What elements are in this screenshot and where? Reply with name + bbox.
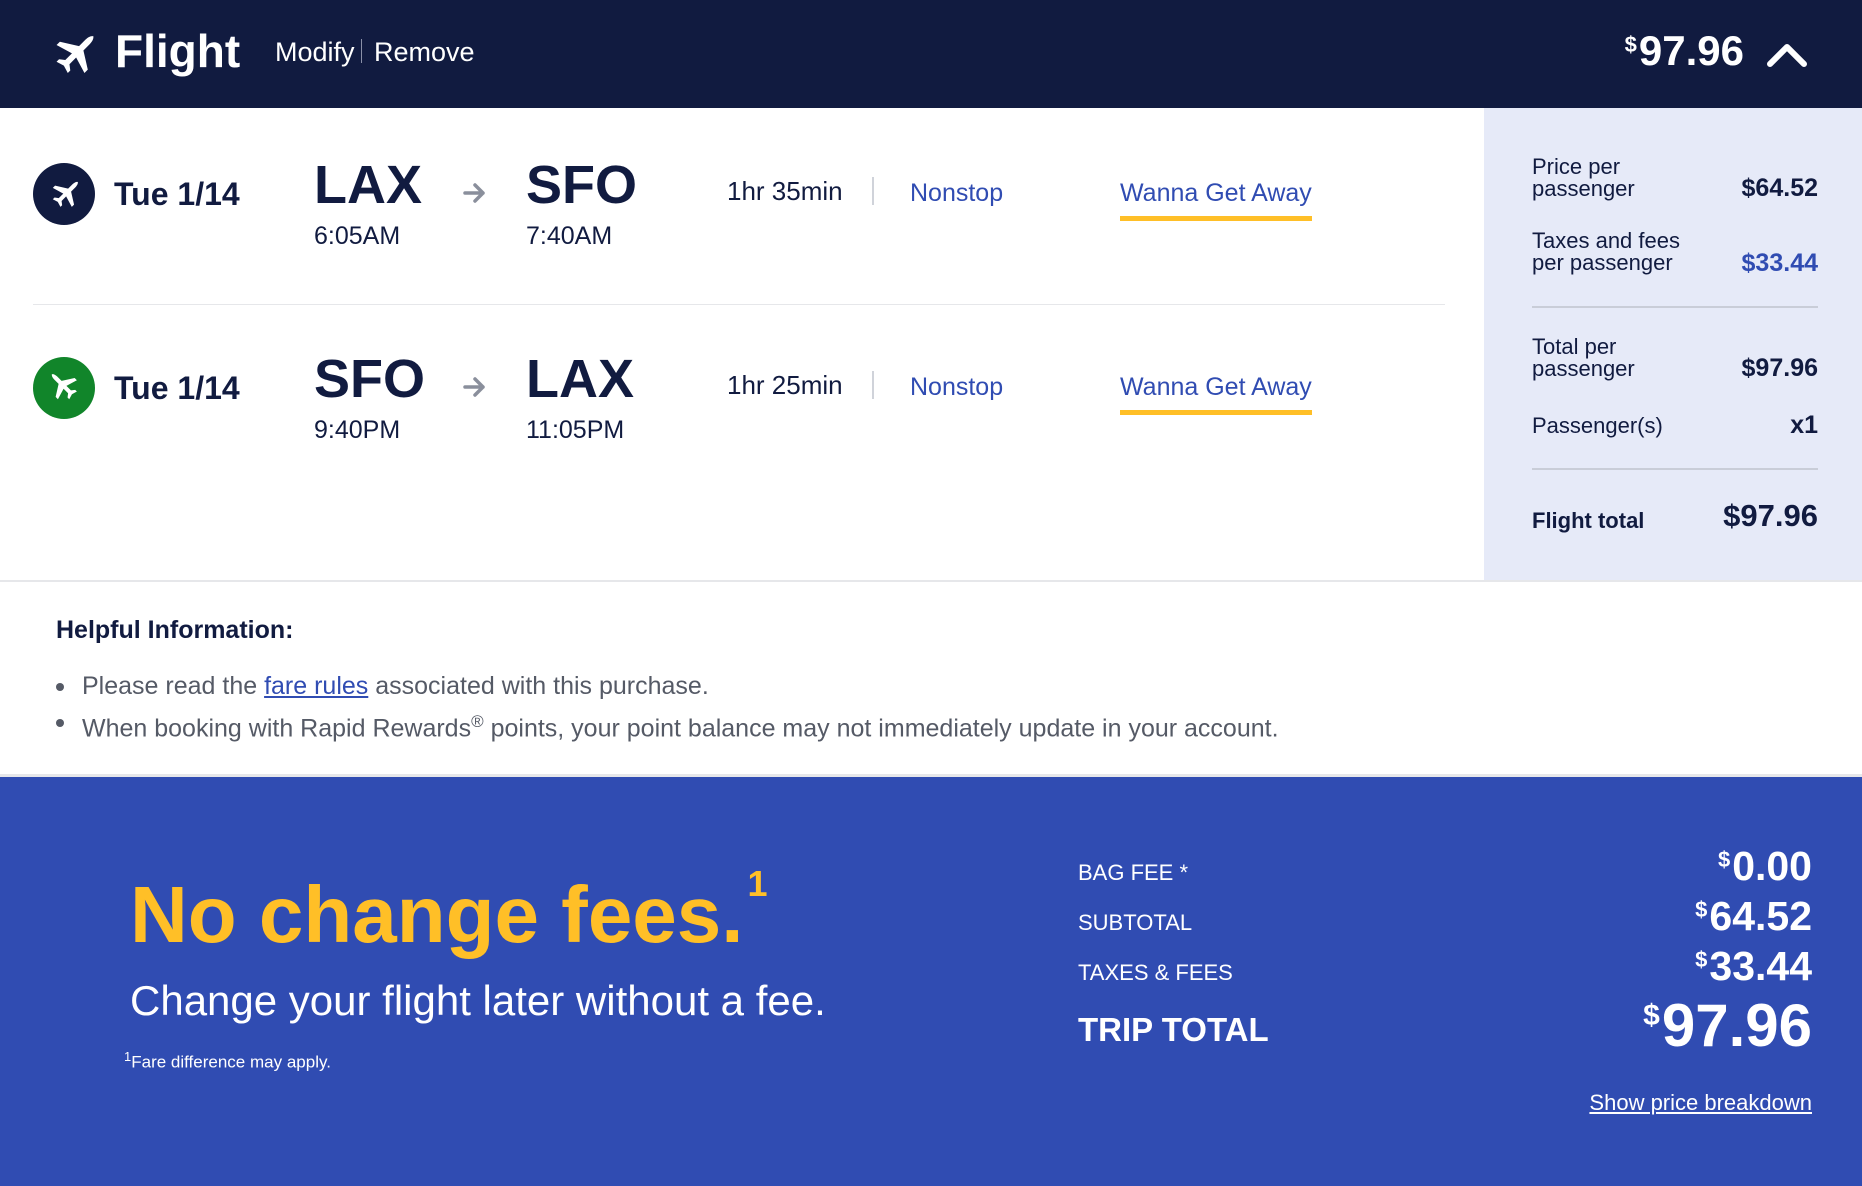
origin-airport: LAX bbox=[314, 155, 422, 215]
flight-total-label: Flight total bbox=[1532, 508, 1645, 533]
fare-type-link[interactable]: Wanna Get Away bbox=[1120, 179, 1312, 221]
arrival-time: 7:40AM bbox=[526, 222, 613, 250]
arrow-right-icon bbox=[463, 377, 485, 397]
currency-symbol: $ bbox=[1695, 947, 1708, 972]
currency-symbol: $ bbox=[1643, 999, 1660, 1032]
link-divider bbox=[361, 39, 362, 63]
flight-segment-outbound: Tue 1/14 LAX 6:05AM SFO 7:40AM 1hr 35min… bbox=[0, 110, 1484, 270]
panel-divider bbox=[1532, 468, 1818, 470]
list-item-text: When booking with Rapid Rewards bbox=[82, 714, 472, 743]
promo-subhead: Change your flight later without a fee. bbox=[130, 977, 826, 1024]
helpful-info-list: Please read the fare rules associated wi… bbox=[56, 668, 1279, 746]
fare-rules-link[interactable]: fare rules bbox=[264, 672, 368, 700]
trip-total-amount: 97.96 bbox=[1661, 992, 1812, 1059]
plane-icon bbox=[56, 35, 94, 73]
list-item: Please read the fare rules associated wi… bbox=[56, 668, 1279, 704]
divider bbox=[872, 177, 874, 205]
subtotal-value: $64.52 bbox=[1695, 893, 1812, 940]
flight-duration: 1hr 35min bbox=[727, 176, 843, 206]
passengers-label: Passenger(s) bbox=[1532, 413, 1663, 438]
origin-airport: SFO bbox=[314, 349, 426, 409]
promo-headline-text: No change fees. bbox=[130, 870, 744, 959]
bag-fee-amount: 0.00 bbox=[1732, 843, 1812, 889]
trip-total-label: TRIP TOTAL bbox=[1078, 1011, 1269, 1048]
taxes-fees-value: $33.44 bbox=[1695, 943, 1812, 990]
show-price-breakdown-link[interactable]: Show price breakdown bbox=[1589, 1090, 1812, 1116]
flight-badge bbox=[33, 163, 95, 225]
fare-type-link[interactable]: Wanna Get Away bbox=[1120, 373, 1312, 415]
flight-header: Flight Modify Remove $ 97.96 bbox=[0, 0, 1862, 108]
taxes-per-passenger-value: $33.44 bbox=[1741, 249, 1818, 277]
flight-total-value: $97.96 bbox=[1723, 498, 1818, 533]
taxes-per-passenger-label: Taxes and fees per passenger bbox=[1532, 228, 1680, 275]
flight-duration: 1hr 25min bbox=[727, 370, 843, 400]
subtotal-amount: 64.52 bbox=[1709, 893, 1812, 939]
list-item: When booking with Rapid Rewards® points,… bbox=[56, 704, 1279, 746]
bag-fee-label: BAG FEE * bbox=[1078, 860, 1189, 885]
bag-fee-value: $0.00 bbox=[1718, 843, 1812, 890]
subtotal-label: SUBTOTAL bbox=[1078, 910, 1193, 935]
trip-total-value: $97.96 bbox=[1643, 991, 1812, 1060]
panel-divider bbox=[1532, 306, 1818, 308]
header-total-price: $ 97.96 bbox=[1625, 27, 1744, 75]
passengers-count: x1 bbox=[1790, 411, 1818, 439]
destination-airport: SFO bbox=[526, 155, 638, 215]
arrow-right-icon bbox=[463, 183, 485, 203]
divider bbox=[872, 371, 874, 399]
taxes-fees-amount: 33.44 bbox=[1709, 943, 1812, 989]
currency-symbol: $ bbox=[1695, 897, 1708, 922]
departure-time: 9:40PM bbox=[314, 416, 401, 444]
flight-date: Tue 1/14 bbox=[114, 370, 240, 406]
footnote-text: Fare difference may apply. bbox=[131, 1052, 331, 1072]
currency-symbol: $ bbox=[1624, 32, 1637, 57]
list-item-text: associated with this purchase. bbox=[375, 672, 709, 700]
stops-link[interactable]: Nonstop bbox=[910, 179, 1003, 208]
arrival-time: 11:05PM bbox=[526, 416, 625, 444]
footnote-mark: 1 bbox=[747, 863, 768, 904]
flight-badge bbox=[33, 357, 95, 419]
price-per-passenger-label: Price per passenger bbox=[1532, 154, 1635, 201]
flight-segment-return: Tue 1/14 SFO 9:40PM LAX 11:05PM 1hr 25mi… bbox=[0, 304, 1484, 464]
list-item-text: points, your point balance may not immed… bbox=[490, 714, 1279, 743]
promo-headline: No change fees. 1 bbox=[130, 863, 768, 961]
promo-footnote: 1Fare difference may apply. bbox=[124, 1049, 331, 1073]
registered-mark: ® bbox=[471, 712, 484, 731]
flight-date: Tue 1/14 bbox=[114, 176, 240, 212]
modify-link[interactable]: Modify bbox=[275, 37, 355, 68]
price-summary-panel: Price per passenger $64.52 Taxes and fee… bbox=[1484, 108, 1862, 580]
taxes-fees-label: TAXES & FEES bbox=[1078, 960, 1233, 985]
stops-link[interactable]: Nonstop bbox=[910, 373, 1003, 402]
plane-icon bbox=[51, 373, 77, 400]
plane-icon bbox=[52, 181, 79, 207]
remove-link[interactable]: Remove bbox=[374, 37, 475, 68]
total-per-passenger-label: Total per passenger bbox=[1532, 334, 1635, 381]
page-title: Flight bbox=[115, 25, 241, 77]
trip-summary-banner: No change fees. 1 Change your flight late… bbox=[0, 774, 1862, 1186]
currency-symbol: $ bbox=[1717, 847, 1731, 872]
price-per-passenger-value: $64.52 bbox=[1741, 174, 1818, 202]
section-divider bbox=[0, 580, 1862, 582]
destination-airport: LAX bbox=[526, 349, 634, 409]
chevron-up-icon[interactable] bbox=[1764, 32, 1810, 78]
header-total-amount: 97.96 bbox=[1638, 27, 1744, 74]
list-item-text: Please read the bbox=[82, 672, 258, 700]
departure-time: 6:05AM bbox=[314, 222, 401, 250]
total-per-passenger-value: $97.96 bbox=[1741, 354, 1818, 382]
helpful-info-title: Helpful Information: bbox=[56, 616, 294, 644]
